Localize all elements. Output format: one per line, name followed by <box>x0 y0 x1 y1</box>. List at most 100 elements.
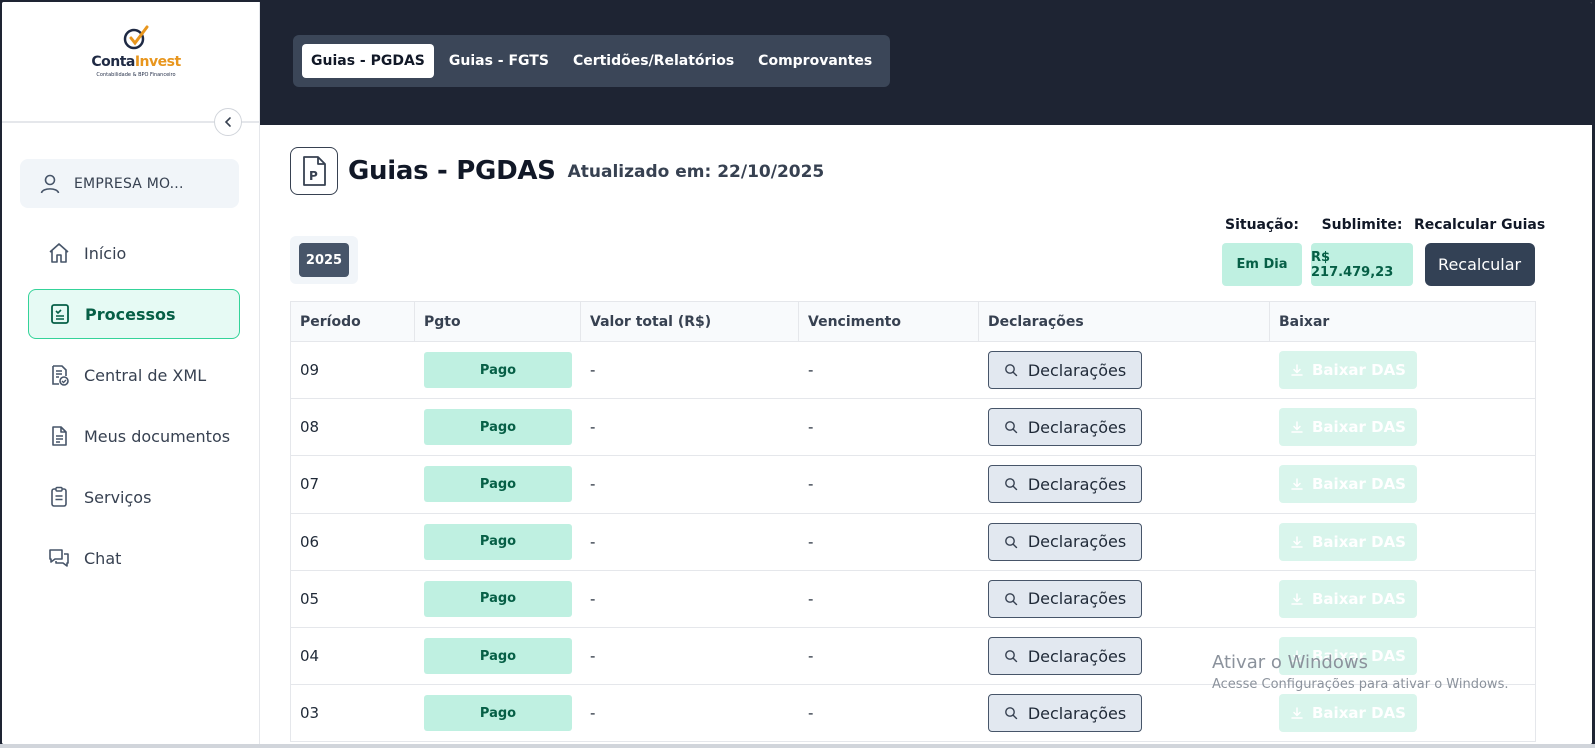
sidebar-item-label: Central de XML <box>84 365 207 385</box>
collapse-sidebar-button[interactable] <box>214 108 242 136</box>
sidebar-item-chat[interactable]: Chat <box>28 533 240 583</box>
guias-table: Período Pgto Valor total (R$) Vencimento… <box>290 301 1536 743</box>
user-icon <box>40 174 60 193</box>
column-header-pgto: Pgto <box>415 302 581 341</box>
sidebar-nav: Início Processos Central de XML Meus doc… <box>28 228 240 594</box>
declaracoes-button[interactable]: Declarações <box>988 351 1142 390</box>
sidebar-item-servicos[interactable]: Serviços <box>28 472 240 522</box>
recalcular-label: Recalcular Guias <box>1414 217 1546 233</box>
cell-valor: - <box>590 704 596 723</box>
cell-baixar: Baixar DAS <box>1270 571 1535 627</box>
baixar-das-button[interactable]: Baixar DAS <box>1279 408 1417 447</box>
top-header: Guias - PGDAS Guias - FGTS Certidões/Rel… <box>260 2 1592 125</box>
app-window: ContaInvest Contabilidade & BPO Financei… <box>2 2 1592 744</box>
declaracoes-button[interactable]: Declarações <box>988 465 1142 504</box>
baixar-das-label: Baixar DAS <box>1312 589 1406 608</box>
sidebar-item-inicio[interactable]: Início <box>28 228 240 278</box>
cell-vencimento: - <box>808 418 814 437</box>
baixar-das-label: Baixar DAS <box>1312 418 1406 437</box>
situacao-label: Situação: <box>1225 217 1299 233</box>
tab-guias-pgdas[interactable]: Guias - PGDAS <box>302 44 434 78</box>
table-row: 09 Pago - - Declarações Baixar DAS <box>291 342 1535 400</box>
cell-periodo: 08 <box>300 418 320 437</box>
year-button[interactable]: 2025 <box>299 243 349 277</box>
table-row: 07 Pago - - Declarações Baixar DAS <box>291 456 1535 514</box>
cell-valor: - <box>590 589 596 608</box>
cell-pgto: Pago <box>415 399 581 455</box>
table-row: 06 Pago - - Declarações Baixar DAS <box>291 514 1535 571</box>
download-icon <box>1291 707 1303 719</box>
cell-valor: - <box>590 418 596 437</box>
baixar-das-button[interactable]: Baixar DAS <box>1279 694 1417 733</box>
search-icon <box>1004 650 1018 663</box>
column-header-periodo: Período <box>291 302 415 341</box>
tab-comprovantes[interactable]: Comprovantes <box>749 44 881 78</box>
tab-guias-fgts[interactable]: Guias - FGTS <box>440 44 558 78</box>
chevron-left-icon <box>224 117 231 127</box>
baixar-das-button[interactable]: Baixar DAS <box>1279 522 1417 561</box>
cell-periodo: 07 <box>300 475 320 494</box>
recalcular-button[interactable]: Recalcular <box>1424 243 1535 286</box>
cell-vencimento: - <box>808 589 814 608</box>
baixar-das-button[interactable]: Baixar DAS <box>1279 579 1417 618</box>
search-icon <box>1004 592 1018 606</box>
brand-tagline: Contabilidade & BPO Financeiro <box>96 72 176 78</box>
brand-logo[interactable]: ContaInvest Contabilidade & BPO Financei… <box>86 24 186 84</box>
window-bottom-edge <box>0 744 1595 748</box>
status-badge: Pago <box>424 352 572 389</box>
baixar-das-label: Baixar DAS <box>1312 532 1406 551</box>
search-icon <box>1004 707 1018 720</box>
cell-vencimento: - <box>808 704 814 723</box>
updated-date: Atualizado em: 22/10/2025 <box>567 162 825 182</box>
baixar-das-button[interactable]: Baixar DAS <box>1279 351 1417 390</box>
declaracoes-label: Declarações <box>1027 646 1127 666</box>
cell-periodo: 09 <box>300 361 320 380</box>
brand-name: ContaInvest <box>91 54 181 70</box>
situacao-group: Situação: Em Dia <box>1222 217 1302 286</box>
cell-vencimento: - <box>808 647 814 666</box>
status-badge: Pago <box>424 580 572 617</box>
cell-pgto: Pago <box>415 342 581 398</box>
svg-text:P: P <box>309 169 318 183</box>
status-badge: Pago <box>424 638 572 675</box>
cell-baixar: Baixar DAS <box>1270 456 1535 512</box>
cell-declaracoes: Declarações <box>979 571 1270 627</box>
company-selector[interactable]: EMPRESA MO... <box>20 159 239 208</box>
cell-pgto: Pago <box>415 571 581 627</box>
declaracoes-button[interactable]: Declarações <box>988 522 1142 561</box>
download-icon <box>1291 421 1303 434</box>
baixar-das-button[interactable]: Baixar DAS <box>1279 465 1417 504</box>
cell-declaracoes: Declarações <box>979 456 1270 512</box>
declaracoes-button[interactable]: Declarações <box>988 579 1142 618</box>
clipboard-list-icon <box>47 301 73 327</box>
table-header: Período Pgto Valor total (R$) Vencimento… <box>291 302 1535 342</box>
status-badge: Pago <box>424 466 572 503</box>
declaracoes-button[interactable]: Declarações <box>988 694 1142 733</box>
page-header: P Guias - PGDAS Atualizado em: 22/10/202… <box>290 147 824 195</box>
declaracoes-button[interactable]: Declarações <box>988 637 1142 676</box>
year-selector: 2025 <box>290 236 358 284</box>
sidebar-item-meus-documentos[interactable]: Meus documentos <box>28 411 240 461</box>
search-icon <box>1004 364 1018 377</box>
download-icon <box>1291 535 1303 548</box>
baixar-das-button[interactable]: Baixar DAS <box>1279 637 1417 676</box>
cell-pgto: Pago <box>415 685 581 741</box>
search-icon <box>1004 478 1018 491</box>
cell-vencimento: - <box>808 361 814 380</box>
sidebar-item-label: Chat <box>84 548 122 568</box>
sidebar-item-processos[interactable]: Processos <box>28 289 240 339</box>
sidebar-item-label: Serviços <box>84 487 152 507</box>
declaracoes-label: Declarações <box>1027 474 1127 494</box>
logo-check-icon <box>123 25 149 50</box>
status-badge: Pago <box>424 409 572 446</box>
status-badge: Pago <box>424 695 572 732</box>
tab-certidoes-relatorios[interactable]: Certidões/Relatórios <box>564 44 743 78</box>
sidebar-item-central-xml[interactable]: Central de XML <box>28 350 240 400</box>
declaracoes-button[interactable]: Declarações <box>988 408 1142 447</box>
cell-baixar: Baixar DAS <box>1270 514 1535 570</box>
cell-valor: - <box>590 475 596 494</box>
declaracoes-label: Declarações <box>1027 360 1127 380</box>
cell-valor: - <box>590 361 596 380</box>
search-icon <box>1004 421 1018 434</box>
cell-baixar: Baixar DAS <box>1270 399 1535 455</box>
